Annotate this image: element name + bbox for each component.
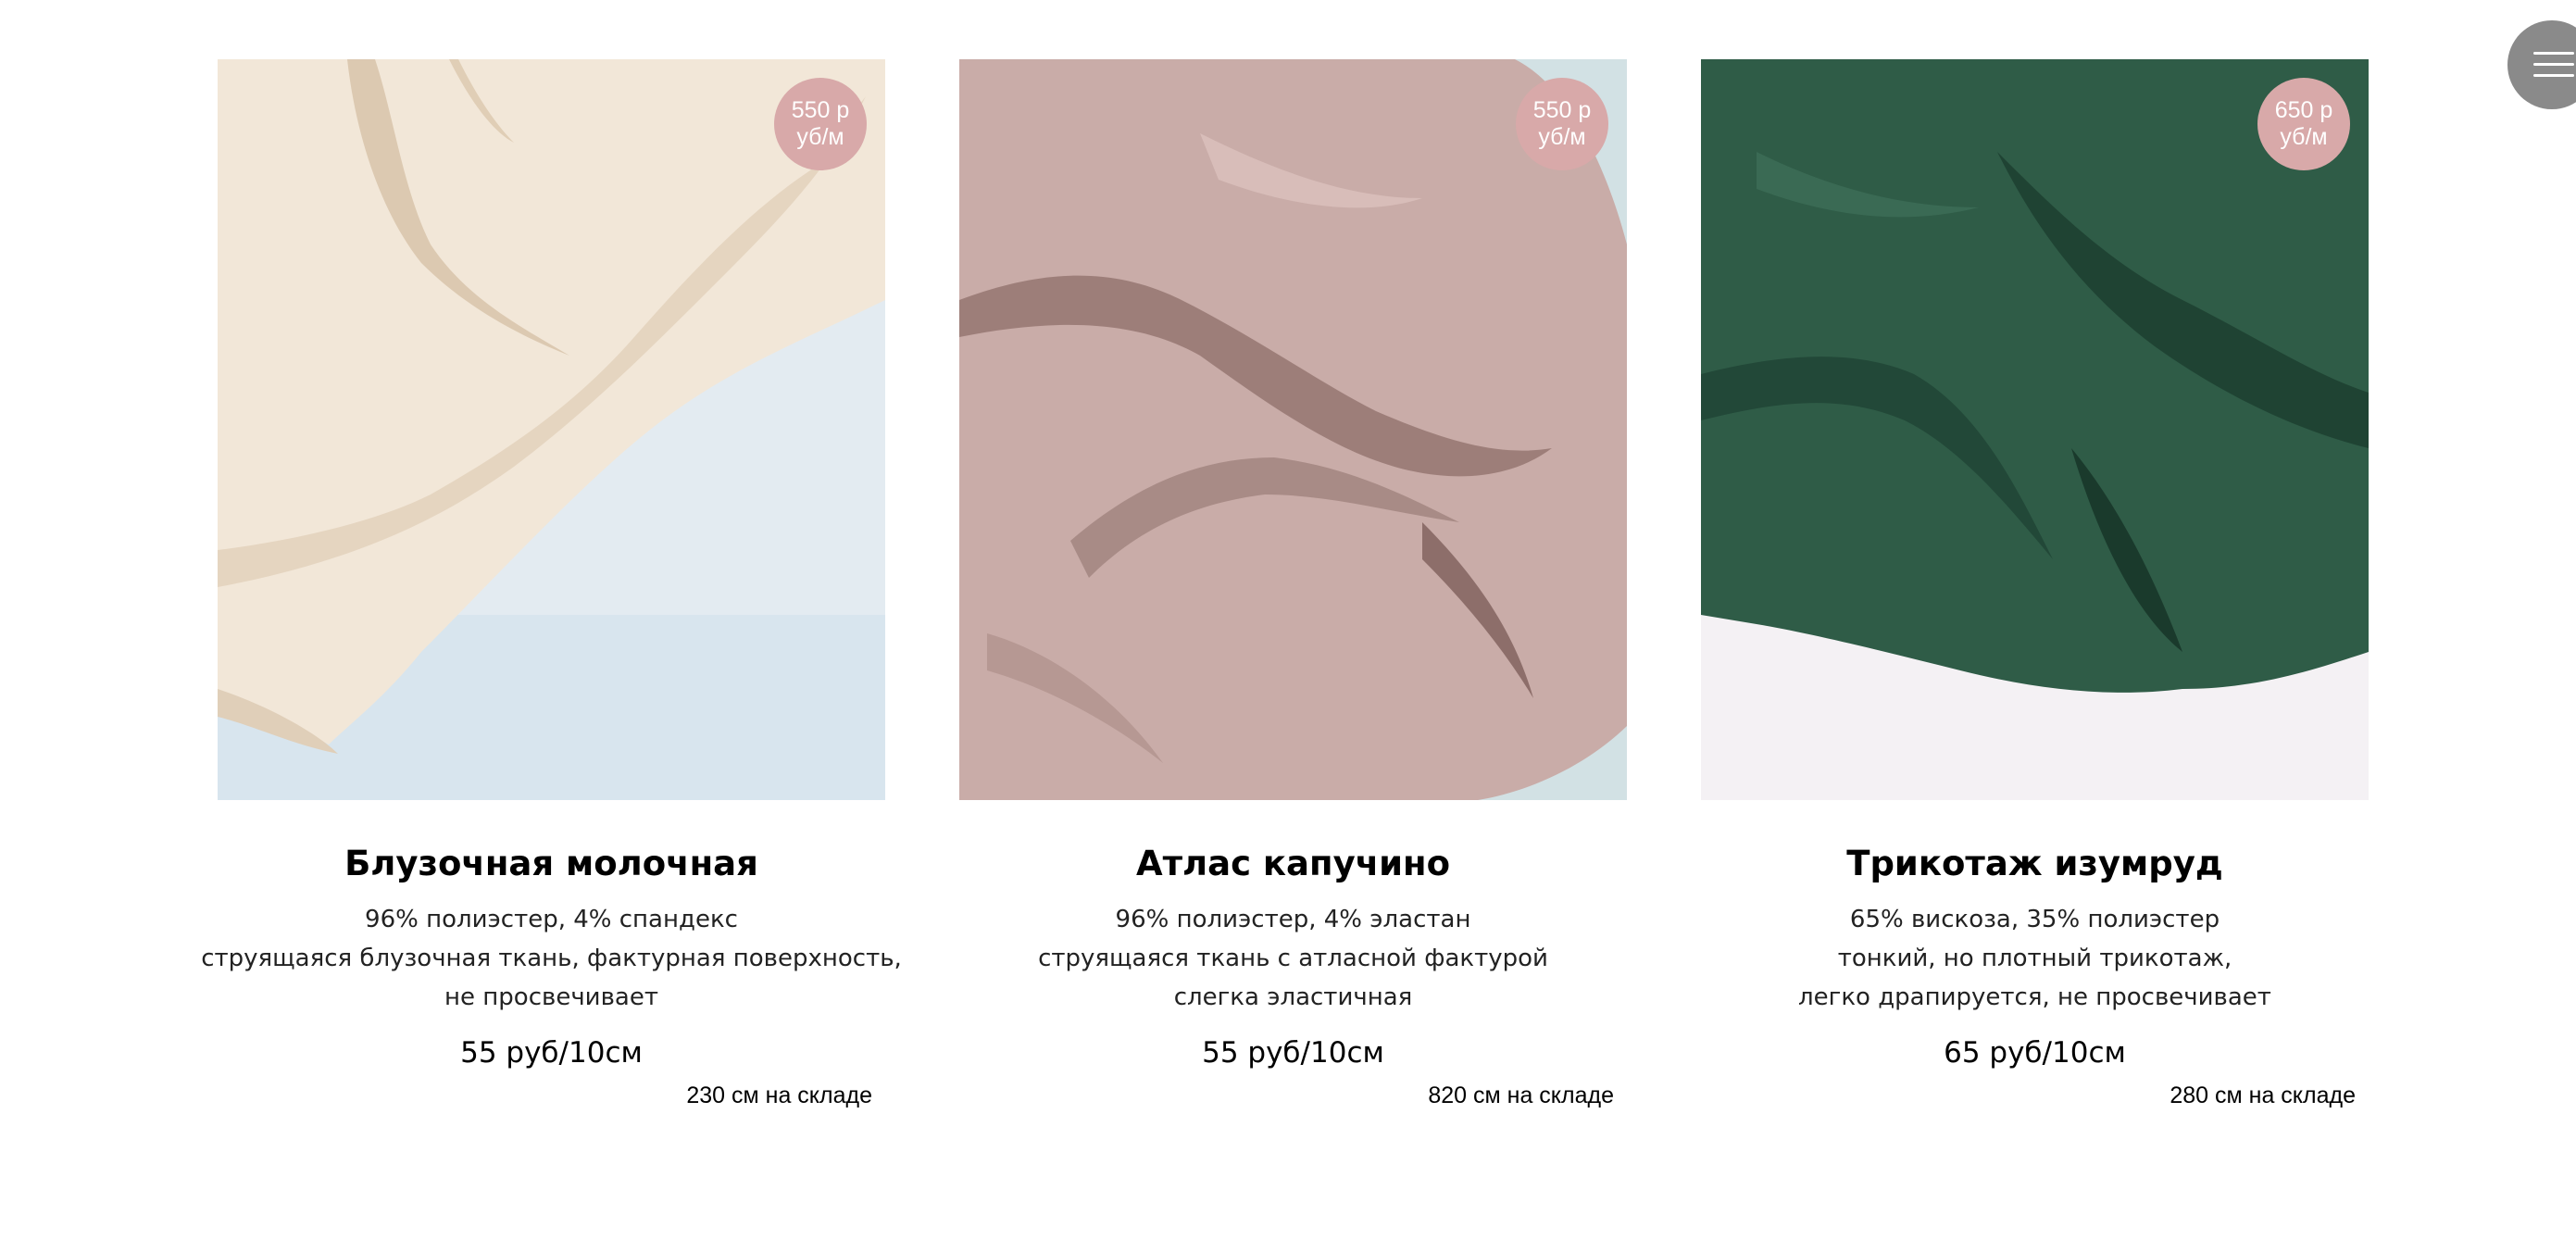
description-line: 65% вискоза, 35% полиэстер [1849, 906, 2220, 933]
description-line: 96% полиэстер, 4% спандекс [365, 906, 738, 933]
description-line: слегка эластичная [1173, 983, 1413, 1011]
catalog-page: 550 руб/м Блузочная молочная 96% полиэст… [0, 0, 2576, 1239]
price-per-meter-badge: 650 руб/м [2257, 78, 2350, 170]
stock-quantity: 280 см на складе [2170, 1083, 2356, 1108]
product-description: 96% полиэстер, 4% спандекс струящаяся бл… [201, 900, 902, 1017]
product-description: 96% полиэстер, 4% эластан струящаяся тка… [1038, 900, 1548, 1017]
fabric-image-cappuccino [959, 59, 1627, 800]
product-title[interactable]: Трикотаж изумруд [1846, 841, 2223, 887]
product-price: 55 руб/10см [460, 1036, 643, 1070]
product-price: 65 руб/10см [1944, 1036, 2126, 1070]
product-photo[interactable]: 550 руб/м [959, 59, 1627, 800]
product-photo[interactable]: 550 руб/м [218, 59, 885, 800]
product-photo[interactable]: 650 руб/м [1701, 59, 2369, 800]
description-line: струящаяся ткань с атласной фактурой [1038, 945, 1548, 972]
fabric-image-emerald [1701, 59, 2369, 800]
product-price: 55 руб/10см [1202, 1036, 1384, 1070]
product-description: 65% вискоза, 35% полиэстер тонкий, но пл… [1798, 900, 2271, 1017]
stock-quantity: 230 см на складе [686, 1083, 872, 1108]
product-title[interactable]: Атлас капучино [1136, 841, 1450, 887]
hamburger-menu-icon [2533, 74, 2574, 77]
hamburger-menu-button[interactable] [2507, 20, 2576, 109]
hamburger-menu-icon [2533, 63, 2574, 66]
fabric-image-milky [218, 59, 885, 800]
description-line: 96% полиэстер, 4% эластан [1115, 906, 1471, 933]
description-line: не просвечивает [444, 983, 658, 1011]
description-line: тонкий, но плотный трикотаж, [1837, 945, 2232, 972]
product-card[interactable]: 550 руб/м Блузочная молочная 96% полиэст… [201, 59, 902, 1109]
hamburger-menu-icon [2533, 52, 2574, 55]
price-per-meter-badge: 550 руб/м [774, 78, 867, 170]
stock-quantity: 820 см на складе [1428, 1083, 1614, 1108]
description-line: струящаяся блузочная ткань, фактурная по… [201, 945, 902, 972]
description-line: легко драпируется, не просвечивает [1798, 983, 2271, 1011]
product-title[interactable]: Блузочная молочная [344, 841, 758, 887]
price-per-meter-badge: 550 руб/м [1516, 78, 1608, 170]
product-card[interactable]: 550 руб/м Атлас капучино 96% полиэстер, … [959, 59, 1627, 1109]
product-grid: 550 руб/м Блузочная молочная 96% полиэст… [201, 59, 2369, 1109]
product-card[interactable]: 650 руб/м Трикотаж изумруд 65% вискоза, … [1701, 59, 2369, 1109]
